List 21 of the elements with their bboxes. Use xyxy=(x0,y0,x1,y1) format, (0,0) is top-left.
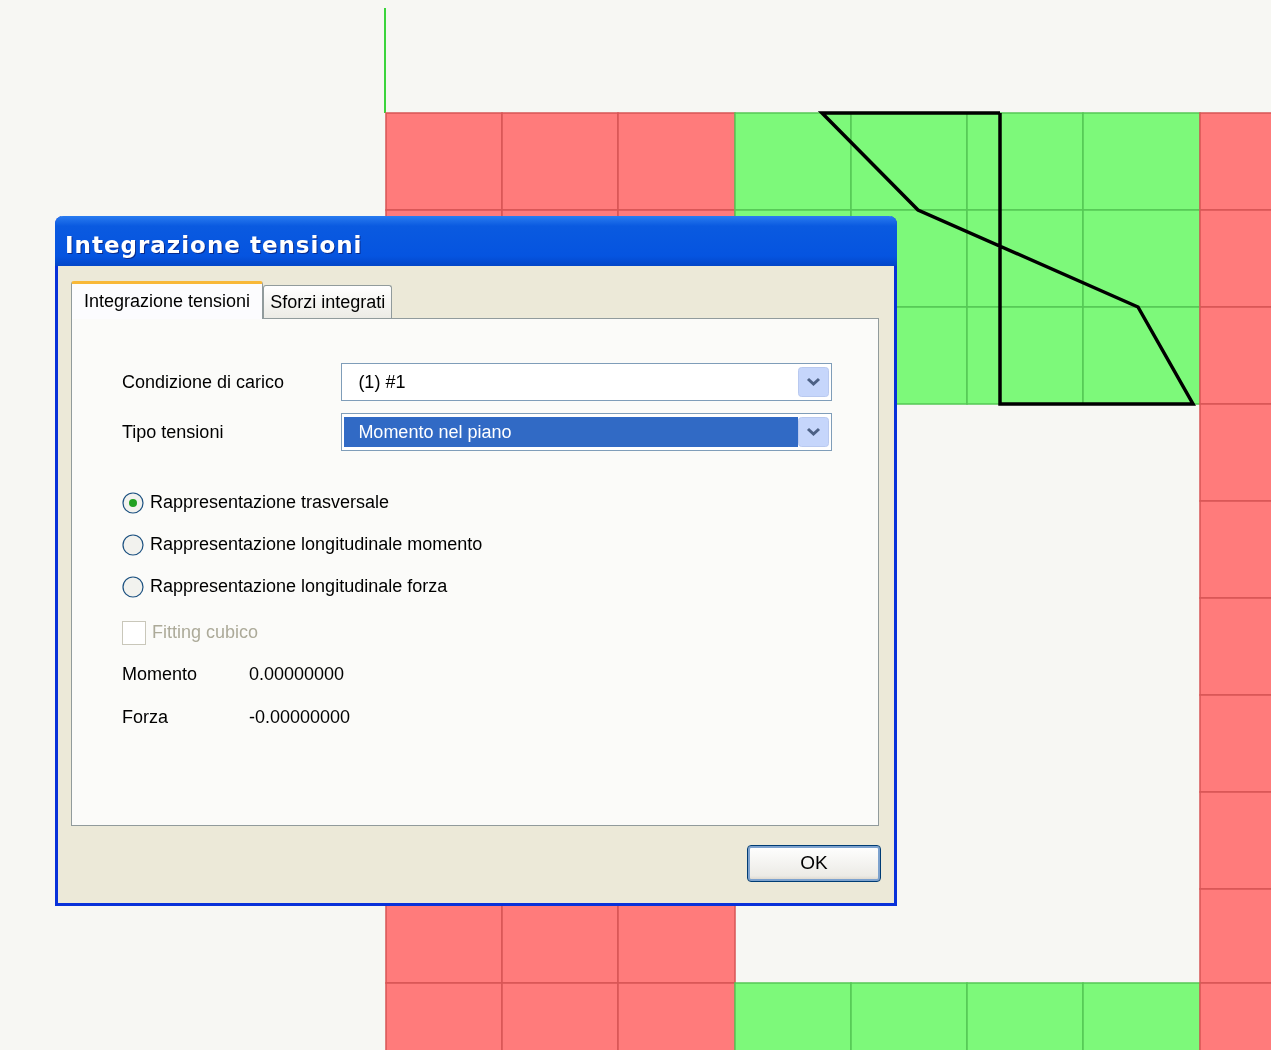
chevron-down-icon[interactable] xyxy=(798,417,829,447)
radio-label: Rappresentazione trasversale xyxy=(150,491,390,514)
window-title: Integrazione tensioni xyxy=(55,216,897,266)
result-label: Forza xyxy=(122,706,169,729)
result-label: Momento xyxy=(122,663,199,686)
chevron-down-icon[interactable] xyxy=(798,367,829,397)
dropdown[interactable]: (1) #1 xyxy=(341,363,832,401)
radio-label: Rappresentazione longitudinale momento xyxy=(150,533,483,556)
checkbox-label: Fitting cubico xyxy=(152,621,259,644)
radio-button[interactable] xyxy=(122,491,144,514)
result-value: -0.00000000 xyxy=(249,706,351,729)
tab[interactable]: Integrazione tensioni xyxy=(71,281,264,319)
result-value: 0.00000000 xyxy=(249,663,345,686)
field-label: Tipo tensioni xyxy=(122,420,225,444)
radio-label: Rappresentazione longitudinale forza xyxy=(150,575,448,598)
tab[interactable]: Sforzi integrati xyxy=(263,285,393,318)
field-label: Condizione di carico xyxy=(122,370,286,394)
radio-button[interactable] xyxy=(122,575,144,598)
dropdown[interactable]: Momento nel piano xyxy=(341,413,832,451)
radio-button[interactable] xyxy=(122,533,144,556)
ok-button[interactable]: OK xyxy=(747,845,881,882)
